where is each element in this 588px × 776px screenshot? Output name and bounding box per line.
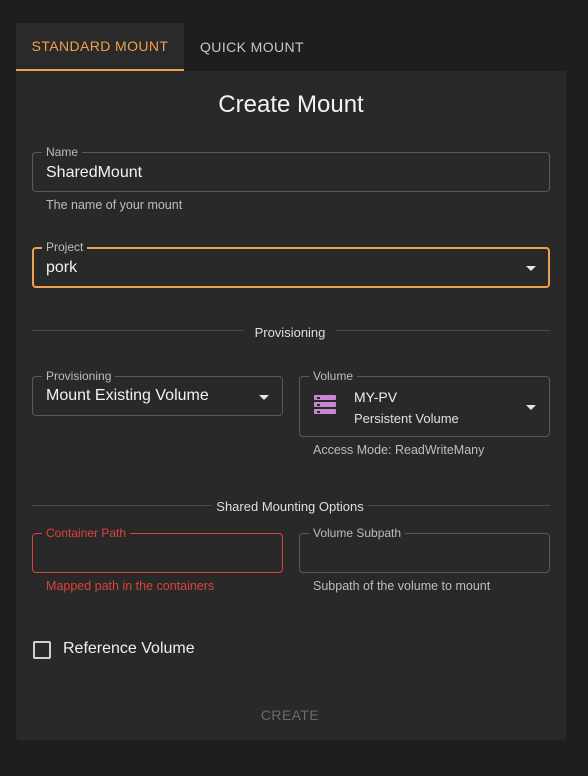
container-path-label: Container Path — [42, 526, 131, 540]
divider-line-left — [32, 330, 244, 331]
name-field-value: SharedMount — [46, 164, 143, 181]
name-field-label: Name — [42, 145, 83, 159]
volume-type: Persistent Volume — [354, 411, 459, 426]
divider-line-left — [32, 505, 212, 506]
volume-subpath-helper-text: Subpath of the volume to mount — [313, 579, 491, 593]
create-mount-card: Create Mount Name SharedMount The name o… — [16, 71, 566, 740]
project-select-label: Project — [42, 240, 88, 254]
server-stack-icon — [314, 395, 336, 417]
provisioning-section-heading: Provisioning — [254, 325, 326, 340]
provisioning-select[interactable]: Provisioning Mount Existing Volume — [32, 369, 283, 416]
provisioning-select-value: Mount Existing Volume — [46, 387, 209, 404]
provisioning-select-label: Provisioning — [42, 369, 116, 383]
divider-line-right — [336, 330, 550, 331]
caret-down-icon — [526, 266, 536, 271]
reference-volume-label[interactable]: Reference Volume — [63, 640, 195, 658]
mount-tabs: STANDARD MOUNT QUICK MOUNT — [16, 23, 566, 71]
project-select-value: pork — [46, 259, 78, 276]
container-path-input[interactable]: Container Path — [32, 526, 283, 573]
volume-select-label: Volume — [309, 369, 358, 383]
volume-subpath-input[interactable]: Volume Subpath — [299, 526, 550, 573]
project-select[interactable]: Project pork — [32, 240, 550, 288]
volume-access-mode: Access Mode: ReadWriteMany — [313, 443, 485, 457]
tab-quick-mount[interactable]: QUICK MOUNT — [184, 23, 320, 71]
divider-line-right — [368, 505, 550, 506]
volume-subpath-label: Volume Subpath — [309, 526, 406, 540]
reference-volume-checkbox[interactable] — [33, 641, 51, 659]
caret-down-icon — [259, 395, 269, 400]
tab-standard-mount[interactable]: STANDARD MOUNT — [16, 23, 184, 71]
create-button[interactable]: CREATE — [240, 697, 340, 733]
shared-mounting-section-heading: Shared Mounting Options — [216, 499, 364, 514]
name-helper-text: The name of your mount — [46, 198, 183, 212]
page-title: Create Mount — [218, 91, 364, 118]
volume-name: MY-PV — [354, 389, 398, 405]
volume-select[interactable]: Volume MY-PV Persistent Volume — [299, 369, 550, 437]
container-path-helper-text: Mapped path in the containers — [46, 579, 215, 593]
caret-down-icon — [526, 405, 536, 410]
name-field[interactable]: Name SharedMount — [32, 145, 550, 192]
